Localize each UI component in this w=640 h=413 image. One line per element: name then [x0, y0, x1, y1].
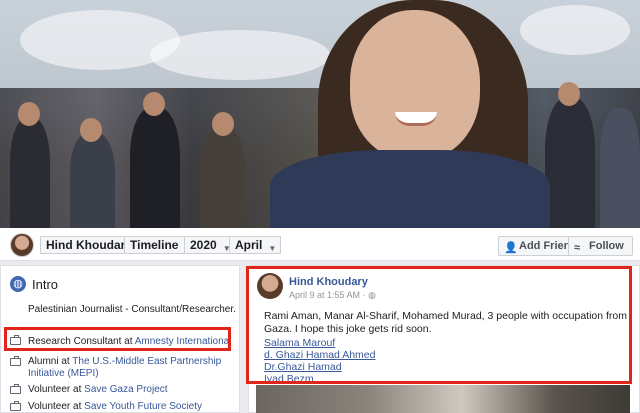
post-video-thumbnail[interactable] [256, 385, 630, 413]
person-head [18, 102, 40, 126]
globe-icon: ◍ [10, 276, 26, 292]
bio-text: Palestinian Journalist - Consultant/Rese… [28, 304, 236, 315]
intro-item-prefix: Volunteer at [28, 384, 85, 395]
person-figure [10, 118, 50, 228]
highlight-box [4, 327, 231, 351]
person-figure [600, 108, 640, 228]
intro-item-prefix: Volunteer at [28, 401, 85, 412]
person-figure [130, 108, 180, 228]
add-friend-icon: 👤 [504, 242, 518, 254]
highlight-box [246, 266, 632, 384]
person-figure [200, 128, 245, 228]
intro-item-volunteer: Volunteer at Save Gaza Project [28, 384, 233, 396]
intro-item-alumni: Alumni at The U.S.-Middle East Partnersh… [28, 356, 233, 380]
journalist-face [350, 10, 480, 160]
follow-label: Follow [589, 240, 624, 252]
intro-item-link[interactable]: Save Gaza Project [84, 384, 167, 395]
person-head [143, 92, 165, 116]
month-label: April [235, 238, 263, 252]
year-dropdown[interactable]: 2020 ▼ [184, 236, 236, 254]
month-dropdown[interactable]: April ▼ [229, 236, 282, 254]
rss-icon: ≈ [574, 242, 581, 254]
timeline-label: Timeline [130, 238, 179, 252]
briefcase-icon [10, 401, 21, 411]
intro-title: Intro [32, 277, 59, 292]
intro-item-link[interactable]: Save Youth Future Society [84, 401, 202, 412]
cloud [150, 30, 330, 80]
chevron-down-icon: ▼ [268, 244, 277, 253]
briefcase-icon [10, 384, 21, 394]
intro-item-prefix: Alumni at [28, 356, 73, 367]
graduation-icon [10, 356, 21, 366]
cloud [520, 5, 630, 55]
person-head [80, 118, 102, 142]
year-label: 2020 [190, 238, 217, 252]
person-figure [70, 133, 115, 228]
person-head [558, 82, 580, 106]
intro-item-volunteer: Volunteer at Save Youth Future Society [28, 401, 233, 413]
cover-photo[interactable] [0, 0, 640, 228]
person-figure [545, 98, 595, 228]
press-vest [270, 150, 550, 228]
follow-button[interactable]: ≈ Follow [568, 236, 633, 256]
profile-avatar[interactable] [10, 233, 34, 257]
person-head [212, 112, 234, 136]
